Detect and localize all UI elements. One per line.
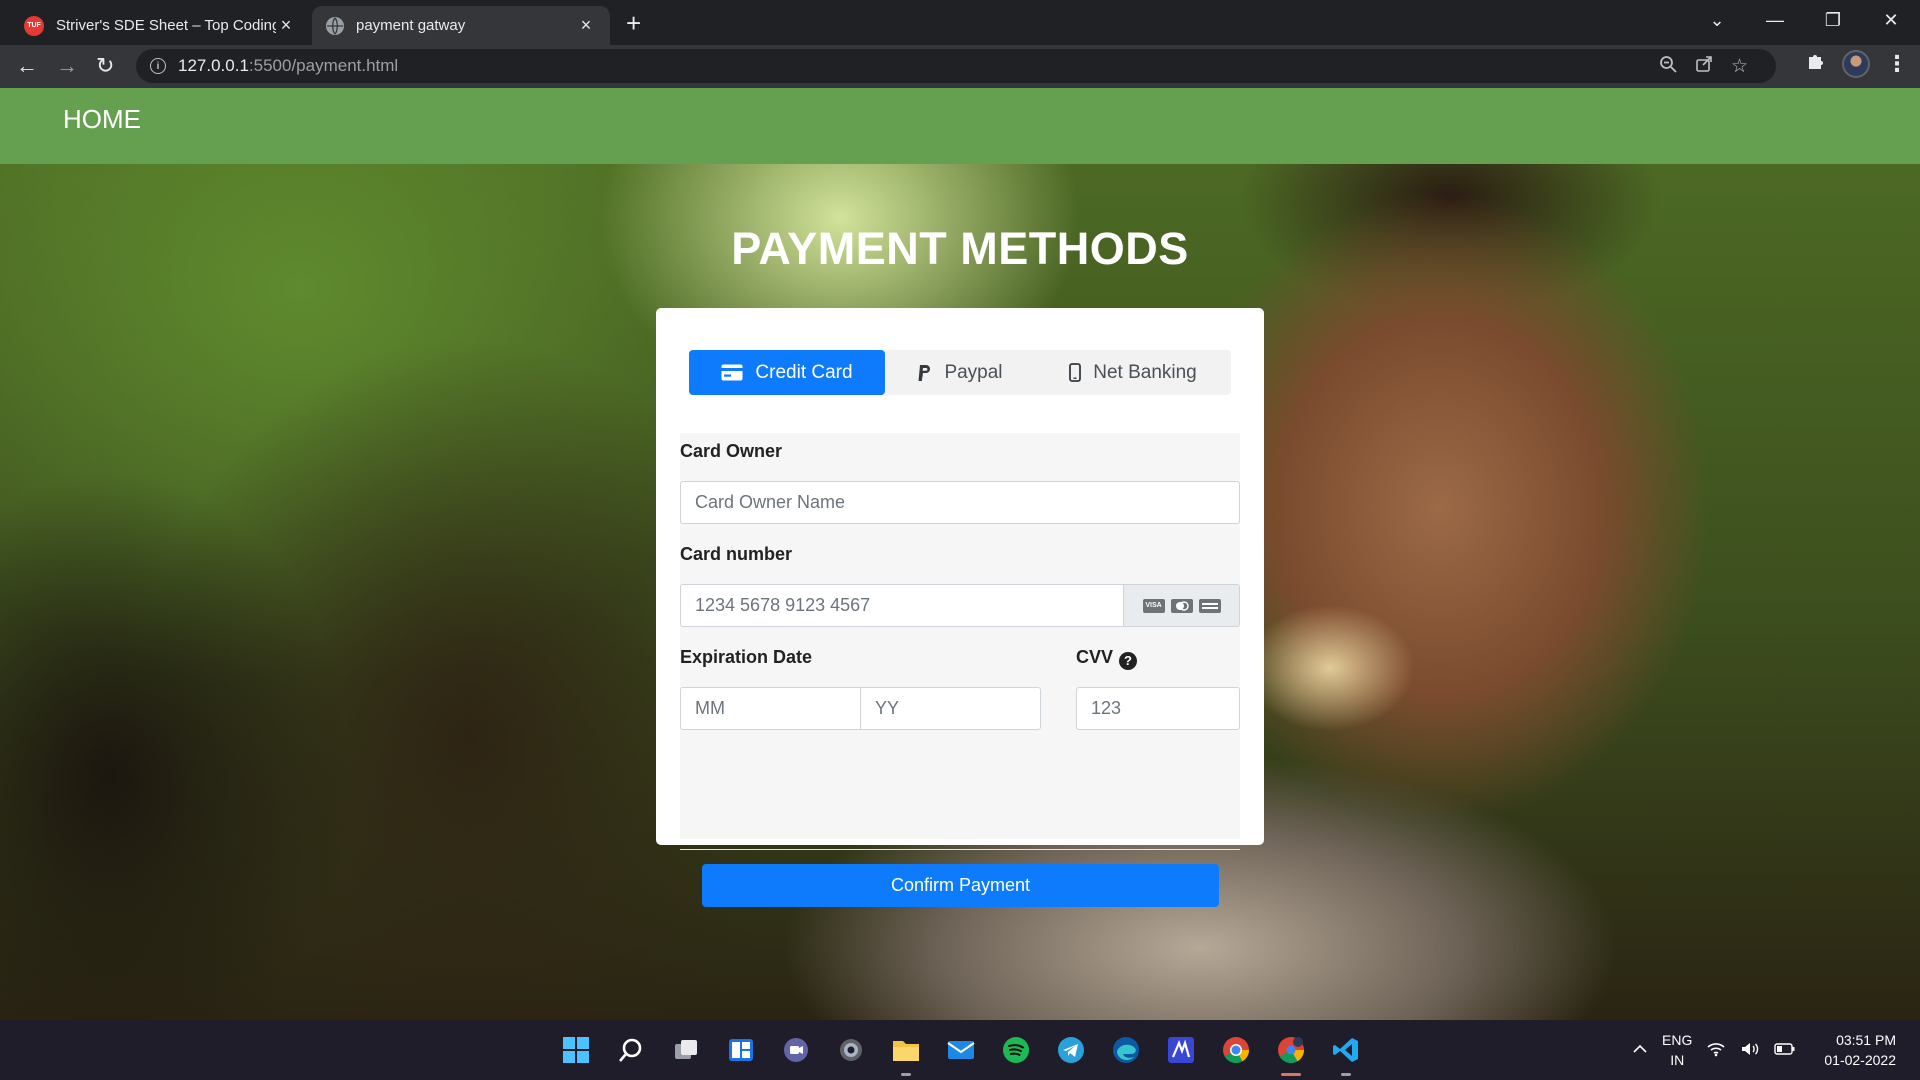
volume-icon[interactable] [1740, 1041, 1760, 1060]
task-view-icon[interactable] [668, 1032, 704, 1068]
profile-avatar[interactable] [1842, 50, 1870, 78]
clock-date: 01-02-2022 [1824, 1052, 1896, 1068]
tab-search-chevron-icon[interactable]: ⌄ [1688, 10, 1746, 31]
forward-icon[interactable]: → [56, 53, 78, 79]
payment-method-tabs: Credit Card Paypal Net Banking [689, 350, 1231, 395]
cvv-label-text: CVV [1076, 647, 1114, 667]
site-navbar: HOME [0, 88, 1920, 164]
teams-chat-icon[interactable] [778, 1032, 814, 1068]
start-windows-icon[interactable] [558, 1032, 594, 1068]
browser-toolbar: ← → ↻ i 127.0.0.1:5500/payment.html ☆ ⋮ [0, 45, 1920, 88]
web-page: HOME PAYMENT METHODS Credit Card Paypal [0, 88, 1920, 1020]
clock-time: 03:51 PM [1836, 1032, 1896, 1048]
help-question-icon[interactable]: ? [1119, 651, 1138, 670]
reload-icon[interactable]: ↻ [96, 53, 114, 79]
settings-gear-icon[interactable] [833, 1032, 869, 1068]
browser-menu-icon[interactable]: ⋮ [1886, 51, 1908, 77]
form-divider [680, 849, 1240, 850]
window-controls: ⌄ — ❐ ✕ [1688, 0, 1920, 40]
clock[interactable]: 03:51 PM 01-02-2022 [1824, 1030, 1896, 1070]
taskbar-apps [558, 1032, 1364, 1076]
running-indicator [1341, 1073, 1351, 1076]
bookmark-star-icon[interactable]: ☆ [1731, 55, 1748, 79]
active-indicator [1281, 1073, 1301, 1076]
tab-net-banking[interactable]: Net Banking [1035, 350, 1231, 395]
paypal-icon [917, 364, 932, 382]
extension-area: ⋮ [1806, 50, 1908, 78]
wifi-icon[interactable] [1706, 1041, 1726, 1060]
url-host: 127.0.0.1 [178, 56, 249, 75]
confirm-payment-button[interactable]: Confirm Payment [702, 864, 1219, 907]
address-bar[interactable]: i 127.0.0.1:5500/payment.html ☆ [136, 49, 1776, 83]
widgets-icon[interactable] [723, 1032, 759, 1068]
minimize-button[interactable]: — [1746, 10, 1804, 31]
zoom-icon[interactable] [1659, 55, 1677, 79]
tab-credit-card[interactable]: Credit Card [689, 350, 885, 395]
site-info-icon[interactable]: i [150, 58, 166, 74]
url-path: :5500/payment.html [248, 56, 399, 75]
text-editor-icon[interactable] [1163, 1032, 1199, 1068]
home-link[interactable]: HOME [63, 104, 141, 135]
restore-button[interactable]: ❐ [1804, 10, 1862, 31]
payment-card: Credit Card Paypal Net Banking Card Owne… [656, 308, 1264, 907]
cvv-label: CVV? [1076, 647, 1138, 670]
expiry-month-input[interactable]: MM [680, 687, 861, 730]
expiration-date-label: Expiration Date [680, 647, 813, 667]
vscode-icon[interactable] [1328, 1032, 1364, 1076]
tab-paypal[interactable]: Paypal [885, 350, 1035, 395]
card-number-input[interactable]: 1234 5678 9123 4567 [680, 584, 1124, 627]
back-icon[interactable]: ← [16, 53, 38, 79]
close-window-button[interactable]: ✕ [1862, 10, 1920, 31]
extensions-puzzle-icon[interactable] [1806, 51, 1826, 77]
chrome-icon[interactable] [1218, 1032, 1254, 1068]
globe-icon [326, 16, 344, 35]
chevron-up-icon[interactable] [1632, 1042, 1648, 1058]
card-brand-icons: VISA [1124, 584, 1240, 627]
tab-label: Paypal [944, 361, 1003, 383]
card-owner-input[interactable]: Card Owner Name [680, 481, 1240, 524]
visa-icon: VISA [1142, 598, 1165, 613]
spotify-icon[interactable] [998, 1032, 1034, 1068]
running-indicator [901, 1073, 911, 1076]
share-icon[interactable] [1695, 55, 1713, 79]
mail-icon[interactable] [943, 1032, 979, 1068]
file-explorer-icon[interactable] [888, 1032, 924, 1076]
mobile-icon [1069, 363, 1082, 382]
credit-card-icon [721, 364, 743, 381]
region-code: IN [1670, 1052, 1685, 1068]
browser-tab-strip: TUF Striver's SDE Sheet – Top Coding × p… [0, 0, 1920, 45]
page-title: PAYMENT METHODS [731, 223, 1189, 274]
system-tray: ENG IN 03:51 PM 01-02-2022 [1632, 1030, 1896, 1070]
tuf-favicon-icon: TUF [24, 15, 44, 36]
expiry-year-input[interactable]: YY [860, 687, 1041, 730]
windows-taskbar: ENG IN 03:51 PM 01-02-2022 [0, 1020, 1920, 1080]
mastercard-icon [1170, 598, 1193, 613]
cvv-input[interactable]: 123 [1076, 687, 1240, 730]
tab-title: payment gatway [356, 17, 466, 34]
telegram-icon[interactable] [1053, 1032, 1089, 1068]
card-owner-label: Card Owner [680, 441, 783, 461]
tab-title: Striver's SDE Sheet – Top Coding [56, 17, 276, 34]
tab-label: Credit Card [755, 361, 853, 383]
search-icon[interactable] [613, 1032, 649, 1068]
tab-label: Net Banking [1093, 361, 1197, 383]
chrome-profile-icon[interactable] [1273, 1032, 1309, 1076]
battery-icon[interactable] [1774, 1042, 1796, 1059]
close-tab-icon[interactable]: × [576, 15, 596, 36]
card-number-label: Card number [680, 544, 793, 564]
browser-tab-payment-gatway[interactable]: payment gatway × [312, 6, 610, 45]
amex-card-icon [1198, 598, 1221, 613]
edge-browser-icon[interactable] [1108, 1032, 1144, 1068]
close-tab-icon[interactable]: × [276, 15, 296, 36]
new-tab-button[interactable]: + [626, 8, 641, 39]
language-indicator[interactable]: ENG IN [1662, 1030, 1692, 1070]
language-code: ENG [1662, 1032, 1693, 1048]
browser-tab-strivers-sheet[interactable]: TUF Striver's SDE Sheet – Top Coding × [10, 6, 310, 45]
